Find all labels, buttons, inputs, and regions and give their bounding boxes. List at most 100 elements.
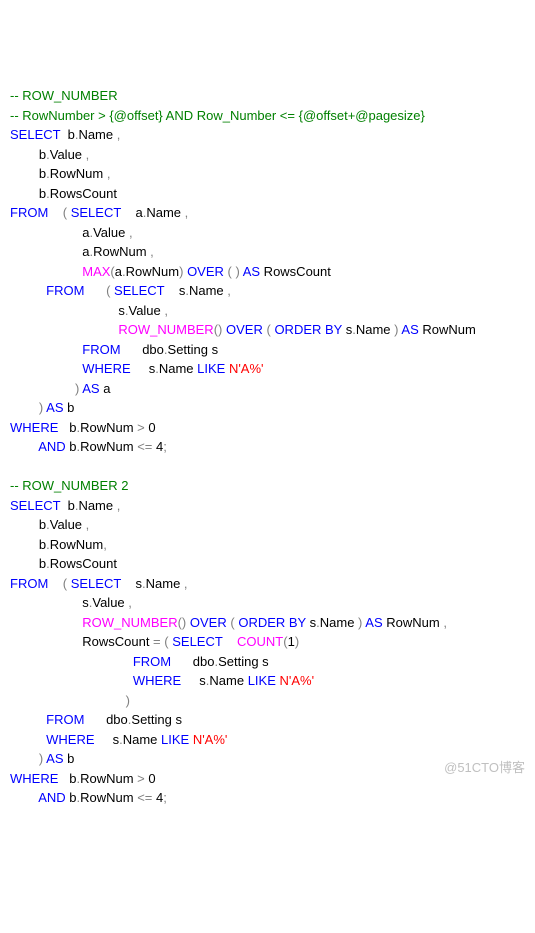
code-token: =: [153, 634, 161, 649]
code-token: .: [46, 186, 50, 201]
code-token: .: [46, 556, 50, 571]
code-token: .: [206, 673, 210, 688]
code-token: ): [75, 381, 79, 396]
code-token: SELECT: [10, 127, 60, 142]
code-token: ,: [86, 517, 90, 532]
code-token: ,: [117, 498, 121, 513]
code-token: -- ROW_NUMBER: [10, 88, 118, 103]
code-token: .: [46, 517, 50, 532]
code-token: WHERE: [46, 732, 94, 747]
code-token: FROM: [82, 342, 120, 357]
code-token: (: [110, 264, 114, 279]
code-token: OVER: [190, 615, 227, 630]
code-token: AS: [365, 615, 382, 630]
code-token: N'A%': [229, 361, 264, 376]
code-token: N'A%': [280, 673, 315, 688]
code-token: WHERE: [10, 771, 58, 786]
code-token: (: [164, 634, 168, 649]
code-token: ORDER BY: [274, 322, 342, 337]
code-token: .: [89, 225, 93, 240]
code-token: .: [142, 576, 146, 591]
code-token: .: [46, 147, 50, 162]
code-token: .: [128, 712, 132, 727]
code-token: FROM: [133, 654, 171, 669]
code-token: (: [106, 283, 110, 298]
code-token: ,: [184, 576, 188, 591]
code-token: ;: [163, 439, 167, 454]
code-token: ): [358, 615, 362, 630]
code-token: .: [214, 654, 218, 669]
code-token: ,: [164, 303, 168, 318]
code-token: >: [137, 420, 145, 435]
code-token: .: [119, 732, 123, 747]
code-token: .: [89, 595, 93, 610]
code-token: .: [155, 361, 159, 376]
code-token: ): [394, 322, 398, 337]
code-token: COUNT: [237, 634, 283, 649]
code-token: (): [214, 322, 223, 337]
code-token: ,: [227, 283, 231, 298]
code-token: ,: [128, 595, 132, 610]
code-token: >: [137, 771, 145, 786]
code-token: ): [295, 634, 299, 649]
code-token: ): [179, 264, 183, 279]
code-token: ROW_NUMBER: [118, 322, 213, 337]
code-token: (: [63, 205, 67, 220]
code-token: -- ROW_NUMBER 2: [10, 478, 128, 493]
code-token: AND: [38, 790, 65, 805]
code-token: (): [178, 615, 187, 630]
code-token: FROM: [10, 576, 48, 591]
code-token: ,: [443, 615, 447, 630]
code-token: AND: [38, 439, 65, 454]
code-token: .: [76, 420, 80, 435]
code-token: ,: [185, 205, 189, 220]
code-token: SELECT: [71, 576, 121, 591]
code-token: OVER: [226, 322, 263, 337]
code-token: ,: [86, 147, 90, 162]
code-token: .: [89, 244, 93, 259]
code-token: ): [39, 751, 43, 766]
code-token: .: [316, 615, 320, 630]
code-token: .: [75, 498, 79, 513]
code-token: ROW_NUMBER: [82, 615, 177, 630]
code-token: ( ): [228, 264, 240, 279]
code-token: ,: [129, 225, 133, 240]
code-token: .: [185, 283, 189, 298]
code-token: LIKE: [161, 732, 189, 747]
code-token: .: [76, 790, 80, 805]
code-token: AS: [82, 381, 99, 396]
code-token: SELECT: [71, 205, 121, 220]
code-token: FROM: [46, 283, 84, 298]
code-token: (: [266, 322, 270, 337]
code-token: <=: [137, 439, 152, 454]
code-token: .: [46, 537, 50, 552]
code-token: .: [75, 127, 79, 142]
code-token: ,: [150, 244, 154, 259]
code-token: WHERE: [133, 673, 181, 688]
code-token: ORDER BY: [238, 615, 306, 630]
code-token: -- RowNumber > {@offset} AND Row_Number …: [10, 108, 425, 123]
code-token: .: [46, 166, 50, 181]
code-token: ): [126, 693, 130, 708]
code-token: <=: [137, 790, 152, 805]
code-token: FROM: [46, 712, 84, 727]
code-token: MAX: [82, 264, 110, 279]
code-token: ,: [103, 537, 107, 552]
code-token: (: [63, 576, 67, 591]
code-token: LIKE: [197, 361, 225, 376]
code-token: N'A%': [193, 732, 228, 747]
code-token: .: [76, 439, 80, 454]
sql-code-block: -- ROW_NUMBER -- RowNumber > {@offset} A…: [10, 86, 525, 808]
code-token: AS: [46, 400, 63, 415]
code-token: AS: [243, 264, 260, 279]
code-token: .: [164, 342, 168, 357]
code-token: .: [143, 205, 147, 220]
code-token: ,: [117, 127, 121, 142]
code-token: WHERE: [10, 420, 58, 435]
code-token: (: [283, 634, 287, 649]
code-token: ;: [163, 790, 167, 805]
code-token: LIKE: [248, 673, 276, 688]
watermark-text: @51CTO博客: [444, 758, 525, 778]
code-token: SELECT: [114, 283, 164, 298]
code-token: ): [39, 400, 43, 415]
